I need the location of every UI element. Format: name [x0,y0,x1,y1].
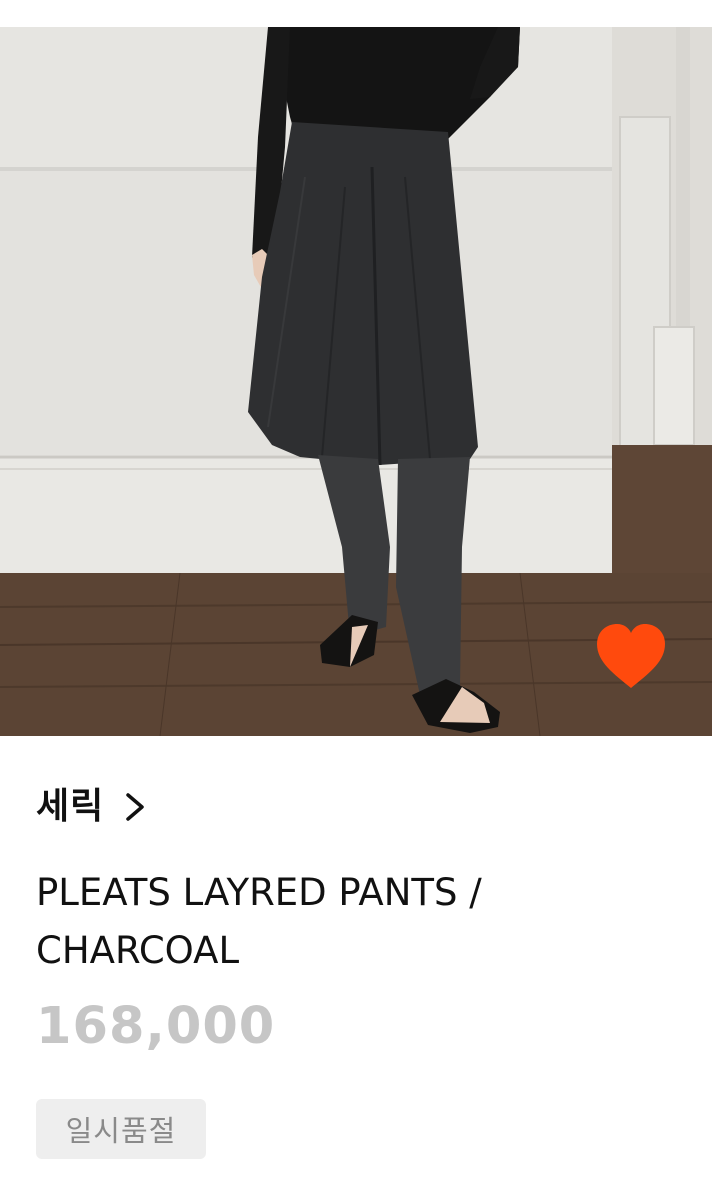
product-title: PLEATS LAYRED PANTS / CHARCOAL [36,864,676,980]
product-title-line-1: PLEATS LAYRED PANTS / [36,871,482,914]
brand-name: 세릭 [36,786,105,827]
heart-icon [597,624,665,688]
chevron-right-icon [122,792,148,822]
product-price: 168,000 [36,997,276,1056]
wishlist-heart-button[interactable] [594,622,668,692]
product-title-line-2: CHARCOAL [36,929,240,972]
brand-link[interactable]: 세릭 [36,783,148,831]
status-badge: 일시품절 [36,1099,206,1159]
